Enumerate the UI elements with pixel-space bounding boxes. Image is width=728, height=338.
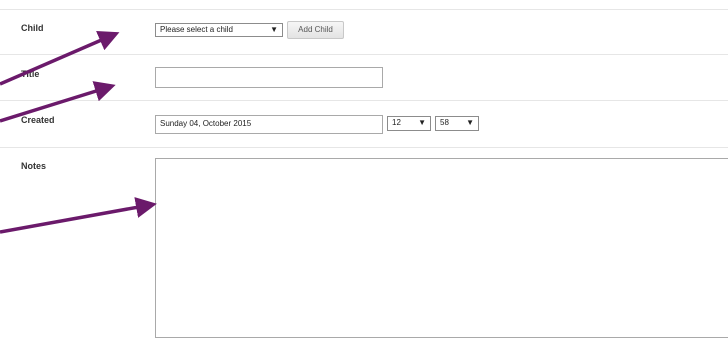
- arrow-to-notes-textarea: [0, 197, 157, 234]
- arrow-to-title-input: [0, 81, 116, 123]
- arrow-to-child-select: [0, 30, 120, 86]
- annotation-arrows: [0, 30, 157, 234]
